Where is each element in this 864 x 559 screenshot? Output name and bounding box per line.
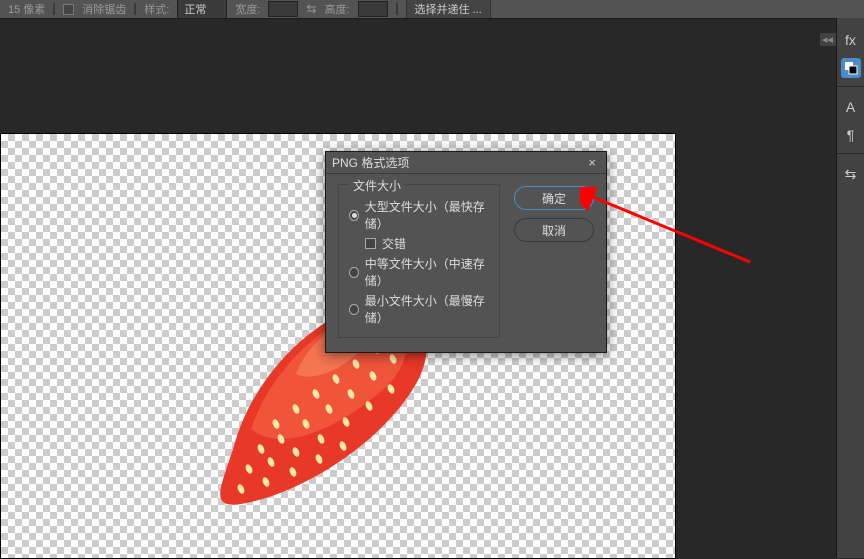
- sample-size-text: 15 像素: [8, 1, 45, 17]
- style-select[interactable]: 正常: [177, 0, 227, 19]
- option-label: 中等文件大小（中速存储）: [365, 255, 489, 289]
- interlace-label: 交错: [382, 235, 406, 252]
- antialias-checkbox[interactable]: [63, 4, 74, 15]
- swap-panel-icon[interactable]: ⇆: [841, 164, 861, 184]
- option-label: 大型文件大小（最快存储）: [365, 198, 489, 232]
- option-large-file[interactable]: 大型文件大小（最快存储）: [349, 198, 489, 232]
- color-panel-icon[interactable]: [841, 58, 861, 78]
- dialog-body: 文件大小 大型文件大小（最快存储） 交错 中等文件大小（中速存储） 最小文件大小…: [326, 174, 606, 352]
- right-panel-strip: fx A ¶ ⇆: [836, 18, 864, 558]
- toolbar-divider: [396, 3, 398, 15]
- radio-icon: [349, 267, 359, 278]
- width-label: 宽度:: [235, 1, 260, 17]
- ok-button[interactable]: 确定: [514, 186, 594, 210]
- style-label: 样式:: [144, 1, 169, 17]
- cancel-button[interactable]: 取消: [514, 218, 594, 242]
- checkbox-icon: [365, 238, 376, 249]
- paragraph-panel-icon[interactable]: ¶: [841, 125, 861, 145]
- select-mask-button[interactable]: 选择并递住 ...: [406, 0, 491, 19]
- fx-icon[interactable]: fx: [841, 30, 861, 50]
- type-panel-icon[interactable]: A: [841, 97, 861, 117]
- interlace-checkbox-row[interactable]: 交错: [349, 235, 489, 252]
- radio-icon: [349, 304, 359, 315]
- height-input[interactable]: [358, 1, 388, 17]
- link-icon[interactable]: ⇆: [306, 2, 316, 16]
- toolbar-divider: [134, 3, 136, 15]
- dialog-buttons: 确定 取消: [514, 184, 594, 338]
- file-size-fieldset: 文件大小 大型文件大小（最快存储） 交错 中等文件大小（中速存储） 最小文件大小…: [338, 184, 500, 338]
- width-input[interactable]: [268, 1, 298, 17]
- options-bar: 15 像素 消除锯齿 样式: 正常 宽度: ⇆ 高度: 选择并递住 ...: [0, 0, 864, 18]
- option-label: 最小文件大小（最慢存储）: [365, 292, 489, 326]
- radio-icon: [349, 210, 359, 221]
- dialog-titlebar[interactable]: PNG 格式选项 ×: [326, 152, 606, 174]
- png-options-dialog: PNG 格式选项 × 文件大小 大型文件大小（最快存储） 交错 中等文件大小（中…: [325, 151, 607, 353]
- toolbar-divider: [53, 3, 55, 15]
- fieldset-legend: 文件大小: [349, 177, 405, 194]
- option-small-file[interactable]: 最小文件大小（最慢存储）: [349, 292, 489, 326]
- antialias-label: 消除锯齿: [82, 1, 126, 17]
- option-medium-file[interactable]: 中等文件大小（中速存储）: [349, 255, 489, 289]
- panel-expand-icon[interactable]: ◂◂: [819, 33, 836, 46]
- height-label: 高度:: [324, 1, 349, 17]
- dialog-title: PNG 格式选项: [332, 154, 409, 171]
- close-icon[interactable]: ×: [584, 155, 600, 170]
